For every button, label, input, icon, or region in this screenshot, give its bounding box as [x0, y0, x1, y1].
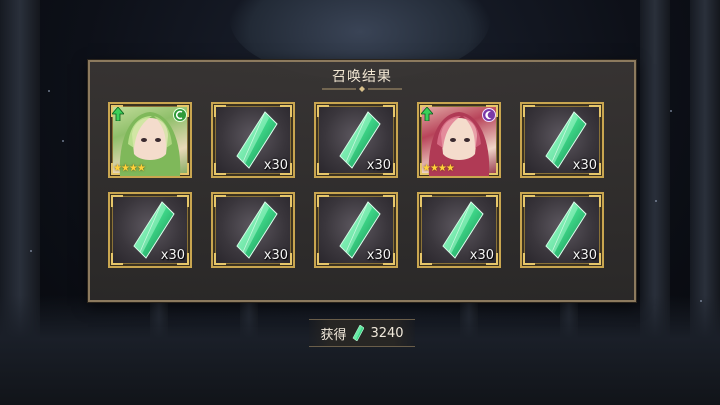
upgrade-arrow-icon	[420, 106, 434, 122]
crystal-result-card[interactable]: x30	[314, 192, 398, 268]
quantity-label: x30	[263, 248, 288, 263]
obtained-label: 获得	[320, 327, 347, 343]
quantity-label: x30	[572, 248, 597, 263]
frame-corner	[317, 163, 329, 175]
frame-corner	[280, 195, 292, 207]
star	[62, 140, 64, 142]
frame-corner	[214, 105, 226, 117]
frame-corner	[317, 253, 329, 265]
frame-corner	[317, 105, 329, 117]
star	[30, 250, 32, 252]
frame-corner	[177, 195, 189, 207]
quantity-label: x30	[160, 248, 185, 263]
nature-element-icon	[173, 107, 187, 122]
frame-corner	[280, 105, 292, 117]
star	[700, 300, 702, 302]
crystal-result-card[interactable]: x30	[314, 102, 398, 178]
quantity-label: x30	[572, 158, 597, 173]
floor	[0, 295, 720, 405]
frame-corner	[420, 195, 432, 207]
crystal-result-card[interactable]: x30	[211, 192, 295, 268]
star	[655, 200, 657, 202]
crystal-result-card[interactable]: x30	[520, 192, 604, 268]
quantity-label: x30	[366, 248, 391, 263]
panel-title: 召唤结果	[332, 69, 392, 85]
quantity-label: x30	[366, 158, 391, 173]
frame-corner	[523, 253, 535, 265]
frame-corner	[383, 105, 395, 117]
crystal-result-card[interactable]: x30	[417, 192, 501, 268]
title-ornament	[322, 86, 402, 92]
summon-results-panel: 召唤结果 ★★★★ x30 x30 ★★★★ x30 x30 x30 x30 x…	[88, 60, 636, 302]
character-result-card[interactable]: ★★★★	[417, 102, 501, 178]
obtained-summary: 获得 3240	[309, 319, 415, 347]
character-result-card[interactable]: ★★★★	[108, 102, 192, 178]
crystal-result-card[interactable]: x30	[520, 102, 604, 178]
rarity-stars: ★★★★	[422, 163, 455, 174]
frame-corner	[214, 253, 226, 265]
star	[48, 90, 50, 92]
frame-corner	[589, 195, 601, 207]
upgrade-arrow-icon	[111, 106, 125, 122]
quantity-label: x30	[263, 158, 288, 173]
crystal-result-card[interactable]: x30	[108, 192, 192, 268]
obtained-amount: 3240	[370, 325, 404, 341]
frame-corner	[383, 195, 395, 207]
frame-corner	[420, 253, 432, 265]
frame-corner	[214, 163, 226, 175]
frame-corner	[111, 195, 123, 207]
crystal-icon	[353, 325, 365, 341]
frame-corner	[523, 163, 535, 175]
star	[670, 110, 672, 112]
frame-corner	[589, 105, 601, 117]
frame-corner	[523, 195, 535, 207]
moon-element-icon	[482, 107, 496, 122]
crystal-result-card[interactable]: x30	[211, 102, 295, 178]
frame-corner	[486, 195, 498, 207]
result-grid: ★★★★ x30 x30 ★★★★ x30 x30 x30 x30 x30 x3…	[108, 102, 604, 268]
rarity-stars: ★★★★	[113, 163, 146, 174]
quantity-label: x30	[469, 248, 494, 263]
frame-corner	[317, 195, 329, 207]
frame-corner	[214, 195, 226, 207]
frame-corner	[523, 105, 535, 117]
frame-corner	[111, 253, 123, 265]
